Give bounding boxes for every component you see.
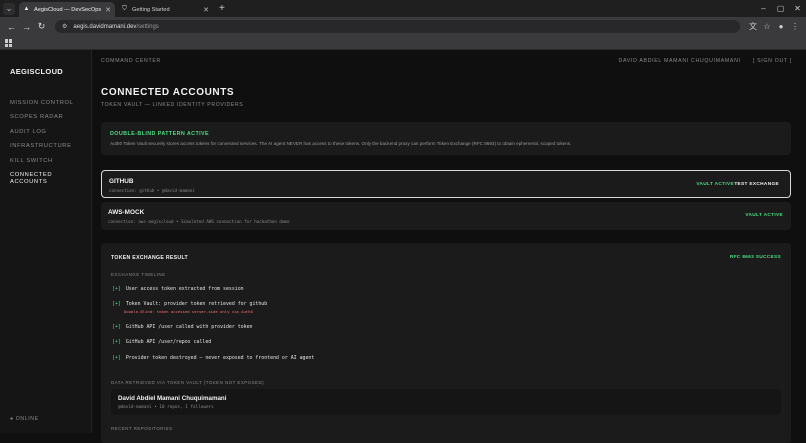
github-user-detail: @david-mamani • 10 repos, 1 followers xyxy=(118,405,214,410)
tab-title: AegisCloud — DevSecOps Sent xyxy=(34,6,102,13)
step-text: Token Vault: provider token retrieved fo… xyxy=(125,301,268,307)
step-text: Provider token destroyed — never exposed… xyxy=(125,355,315,361)
translate-icon[interactable]: 文 xyxy=(746,21,760,32)
account-connection: connection: aws-aegiscloud • Simulated A… xyxy=(108,219,290,224)
close-tab-icon[interactable]: ✕ xyxy=(203,6,209,14)
sidebar-item-audit-log[interactable]: AUDIT LOG xyxy=(10,129,85,143)
notice-title: DOUBLE-BLIND PATTERN ACTIVE xyxy=(110,131,210,137)
data-retrieved-label: DATA RETRIEVED VIA TOKEN VAULT (TOKEN NO… xyxy=(111,380,265,385)
browser-tab-strip: ⌄ ▲ AegisCloud — DevSecOps Sent ✕ ⛉ Gett… xyxy=(0,0,806,17)
forward-icon[interactable]: → xyxy=(19,22,34,32)
url-field[interactable]: ⚙ aegis.davidmamani.dev/settings xyxy=(55,20,740,33)
timeline-step: [+] User access token extracted from sess… xyxy=(112,286,244,292)
maximize-icon[interactable]: ▢ xyxy=(772,0,789,17)
bookmarks-bar xyxy=(0,36,806,50)
tab-search-icon[interactable]: ⌄ xyxy=(3,3,15,15)
result-title: TOKEN EXCHANGE RESULT xyxy=(111,255,189,261)
timeline-step: [+] Token Vault: provider token retrieved… xyxy=(112,301,267,314)
account-connection: connection: github • @david-mamani xyxy=(109,188,195,193)
account-name: GITHUB xyxy=(109,178,134,185)
check-mark: [+] xyxy=(112,301,121,307)
top-header: COMMAND CENTER DAVID ABDIEL MAMANI CHUQU… xyxy=(101,58,792,64)
back-icon[interactable]: ← xyxy=(4,22,19,32)
minimize-icon[interactable]: – xyxy=(755,0,772,17)
sidebar-item-infrastructure[interactable]: INFRASTRUCTURE xyxy=(10,143,85,157)
tab-getting-started[interactable]: ⛉ Getting Started ✕ xyxy=(117,2,213,17)
url-path: /settings xyxy=(136,23,159,30)
section-title: COMMAND CENTER xyxy=(101,58,161,64)
apps-grid-icon[interactable] xyxy=(5,39,13,47)
close-window-icon[interactable]: ✕ xyxy=(789,0,806,17)
github-user-name: David Abdiel Mamani Chuquimamani xyxy=(118,395,227,402)
sidebar-item-kill-switch[interactable]: KILL SWITCH xyxy=(10,158,85,172)
timeline-step: [+] GitHub API /user called with provider… xyxy=(112,324,252,330)
window-controls: – ▢ ✕ xyxy=(755,0,806,17)
new-tab-icon[interactable]: + xyxy=(219,3,225,14)
reload-icon[interactable]: ↻ xyxy=(34,21,49,32)
timeline-step: [+] GitHub API /user/repos called xyxy=(112,339,211,345)
account-card-github[interactable]: GITHUB connection: github • @david-maman… xyxy=(101,170,791,198)
vault-status-badge: VAULT ACTIVE xyxy=(696,182,734,187)
address-bar-row: ← → ↻ ⚙ aegis.davidmamani.dev/settings 文… xyxy=(0,17,806,36)
page-subtitle: TOKEN VAULT — LINKED IDENTITY PROVIDERS xyxy=(101,102,244,108)
step-text: GitHub API /user called with provider to… xyxy=(125,324,253,330)
sidebar-nav: MISSION CONTROL SCOPES RADAR AUDIT LOG I… xyxy=(10,100,85,186)
recent-repositories-label: RECENT REPOSITORIES xyxy=(111,426,173,431)
shield-favicon-icon: ⛉ xyxy=(122,6,127,12)
timeline-label: EXCHANGE TIMELINE xyxy=(111,272,166,277)
sidebar-item-scopes-radar[interactable]: SCOPES RADAR xyxy=(10,114,85,128)
page-title: CONNECTED ACCOUNTS xyxy=(101,87,235,98)
step-text: GitHub API /user/repos called xyxy=(125,339,212,345)
check-mark: [+] xyxy=(112,339,121,345)
result-status-badge: RFC 8693 SUCCESS xyxy=(729,255,781,260)
check-mark: [+] xyxy=(112,355,121,361)
app-logo[interactable]: AEGISCLOUD xyxy=(10,67,63,76)
check-mark: [+] xyxy=(112,324,121,330)
vault-status-badge: VAULT ACTIVE xyxy=(745,213,783,218)
profile-avatar-icon[interactable]: ● xyxy=(774,22,788,31)
check-mark: [+] xyxy=(112,286,121,292)
user-name: DAVID ABDIEL MAMANI CHUQUIMAMANI xyxy=(618,58,741,64)
test-exchange-button[interactable]: TEST EXCHANGE xyxy=(734,182,779,187)
sidebar-item-mission-control[interactable]: MISSION CONTROL xyxy=(10,100,85,114)
tab-aegiscloud[interactable]: ▲ AegisCloud — DevSecOps Sent ✕ xyxy=(19,2,115,17)
step-text: User access token extracted from session xyxy=(125,286,244,292)
bookmark-star-icon[interactable]: ☆ xyxy=(760,22,774,31)
double-blind-notice: DOUBLE-BLIND PATTERN ACTIVE Auth0 Token … xyxy=(101,122,791,155)
site-info-icon[interactable]: ⚙ xyxy=(62,23,67,30)
online-status: ● ONLINE xyxy=(10,416,39,422)
github-user-card: David Abdiel Mamani Chuquimamani @david-… xyxy=(111,389,781,415)
kebab-menu-icon[interactable]: ⋮ xyxy=(788,22,802,31)
notice-text: Auth0 Token Vault securely stores access… xyxy=(110,141,572,146)
aegis-favicon-icon: ▲ xyxy=(23,6,30,12)
token-exchange-result-panel: TOKEN EXCHANGE RESULT RFC 8693 SUCCESS E… xyxy=(101,243,791,443)
main-content: COMMAND CENTER DAVID ABDIEL MAMANI CHUQU… xyxy=(92,50,806,443)
close-tab-icon[interactable]: ✕ xyxy=(105,6,111,14)
timeline-step: [+] Provider token destroyed — never expo… xyxy=(112,355,314,361)
tab-title: Getting Started xyxy=(132,6,170,13)
step-note: Double-Blind: token accessed server-side… xyxy=(124,309,253,314)
sidebar-item-connected-accounts[interactable]: CONNECTED ACCOUNTS xyxy=(10,172,85,186)
account-name: AWS-MOCK xyxy=(108,209,145,216)
sign-out-button[interactable]: [ SIGN OUT ] xyxy=(753,58,792,64)
sidebar: AEGISCLOUD MISSION CONTROL SCOPES RADAR … xyxy=(0,50,92,433)
account-card-aws-mock[interactable]: AWS-MOCK connection: aws-aegiscloud • Si… xyxy=(101,202,791,230)
url-domain: aegis.davidmamani.dev xyxy=(73,23,137,30)
